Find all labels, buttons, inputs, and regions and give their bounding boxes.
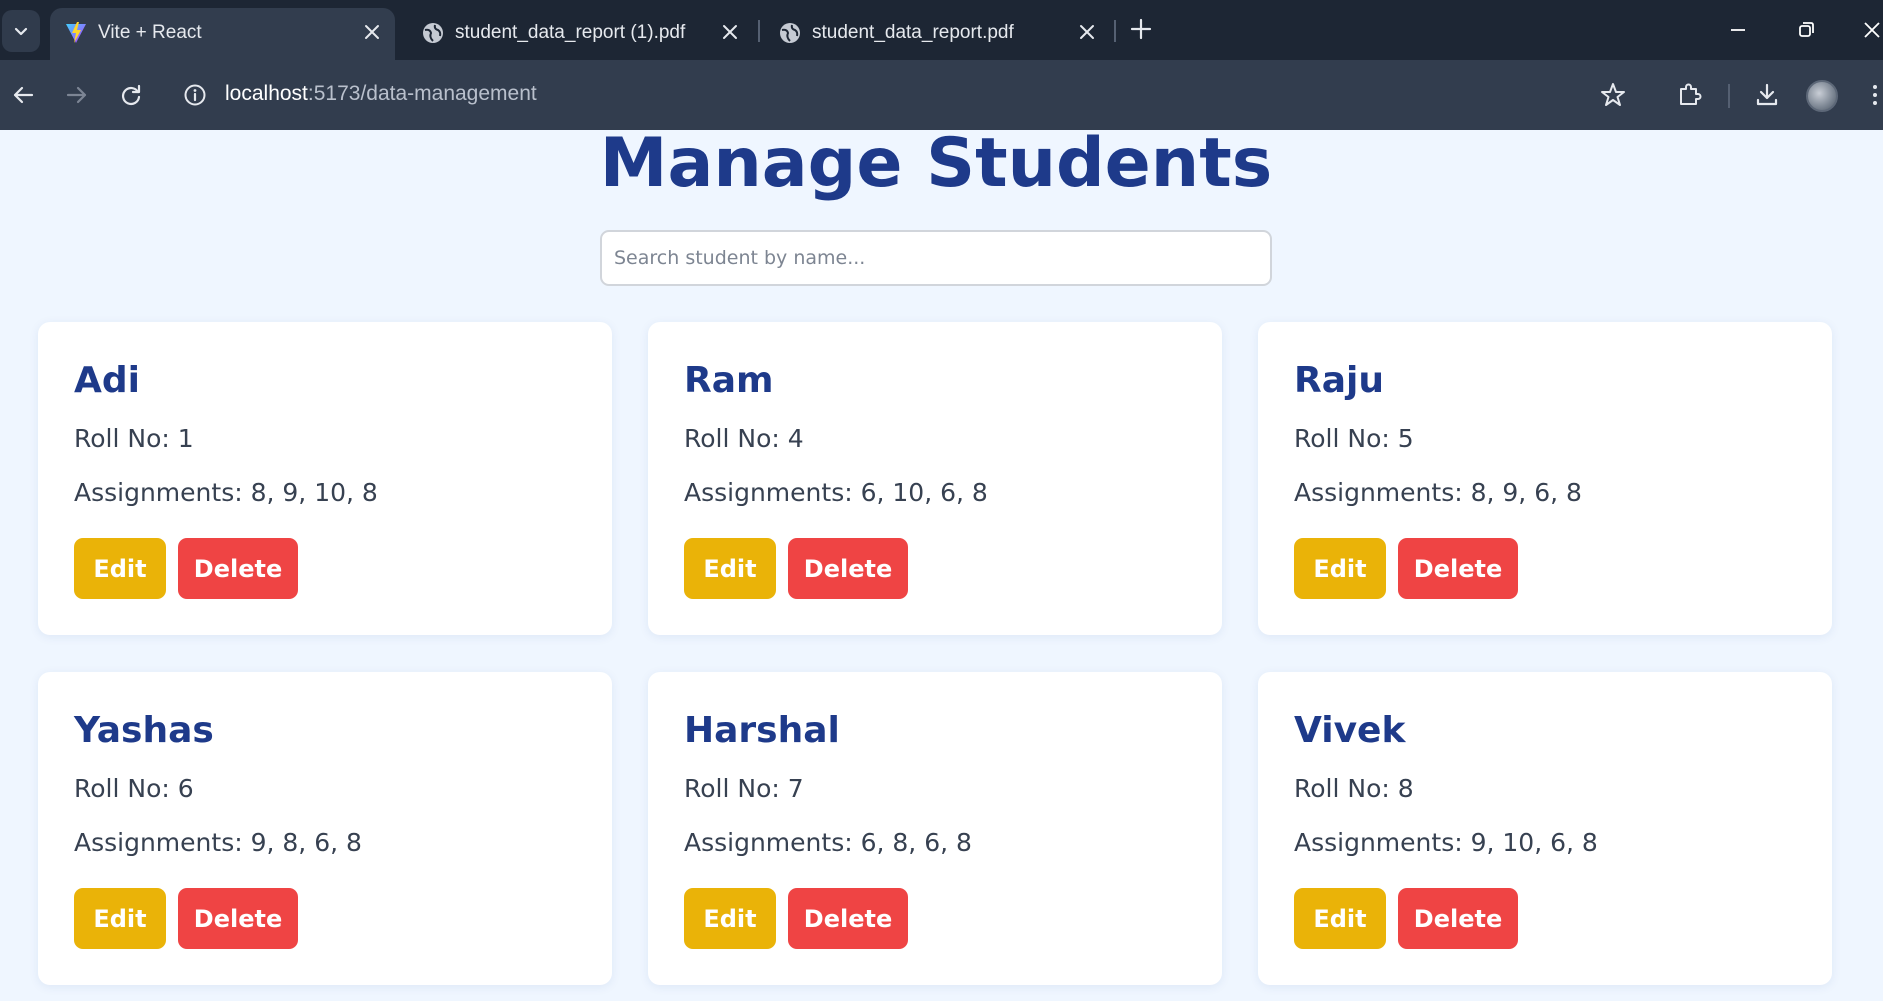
student-name: Vivek: [1294, 710, 1406, 751]
assignments-value: 6, 10, 6, 8: [860, 478, 988, 507]
window-close-icon[interactable]: [1858, 16, 1883, 44]
close-icon[interactable]: [1075, 20, 1099, 44]
tab-title: student_data_report.pdf: [812, 22, 1014, 43]
close-icon[interactable]: [360, 20, 384, 44]
download-icon[interactable]: [1752, 80, 1782, 110]
roll-number: Roll No: 8: [1294, 774, 1414, 803]
delete-button[interactable]: Delete: [178, 538, 298, 599]
site-info-icon[interactable]: [182, 82, 208, 108]
edit-button[interactable]: Edit: [1294, 538, 1386, 599]
assignments-value: 9, 8, 6, 8: [250, 828, 362, 857]
student-name: Ram: [684, 360, 774, 401]
edit-button[interactable]: Edit: [684, 888, 776, 949]
assignments-value: 6, 8, 6, 8: [860, 828, 972, 857]
assignments: Assignments: 9, 8, 6, 8: [74, 828, 362, 857]
assignments: Assignments: 9, 10, 6, 8: [1294, 828, 1598, 857]
restore-icon[interactable]: [1792, 16, 1820, 44]
roll-value: 6: [177, 774, 194, 803]
assignments-label: Assignments:: [74, 478, 251, 507]
roll-label: Roll No:: [684, 774, 788, 803]
roll-value: 5: [1397, 424, 1414, 453]
student-name: Raju: [1294, 360, 1384, 401]
student-name: Adi: [74, 360, 140, 401]
delete-button[interactable]: Delete: [788, 538, 908, 599]
url-path: :5173/data-management: [307, 82, 537, 105]
assignments-label: Assignments:: [74, 828, 251, 857]
roll-value: 8: [1397, 774, 1414, 803]
page-content: Manage Students Adi Roll No: 1 Assignmen…: [0, 124, 1883, 1001]
back-arrow-icon[interactable]: [8, 80, 38, 110]
roll-number: Roll No: 4: [684, 424, 804, 453]
toolbar-divider: [1728, 84, 1730, 108]
address-bar[interactable]: localhost:5173/data-management: [225, 82, 537, 106]
tab-separator: [758, 20, 760, 42]
plus-icon[interactable]: [1128, 16, 1154, 42]
assignments-value: 8, 9, 6, 8: [1470, 478, 1582, 507]
student-name: Harshal: [684, 710, 840, 751]
assignments-label: Assignments:: [1294, 478, 1471, 507]
student-card: Harshal Roll No: 7 Assignments: 6, 8, 6,…: [648, 672, 1222, 985]
roll-number: Roll No: 5: [1294, 424, 1414, 453]
forward-arrow-icon[interactable]: [62, 80, 92, 110]
roll-number: Roll No: 7: [684, 774, 804, 803]
globe-icon: [780, 23, 800, 43]
assignments-value: 8, 9, 10, 8: [250, 478, 378, 507]
roll-label: Roll No:: [74, 774, 178, 803]
student-card: Raju Roll No: 5 Assignments: 8, 9, 6, 8 …: [1258, 322, 1832, 635]
assignments-value: 9, 10, 6, 8: [1470, 828, 1598, 857]
star-icon[interactable]: [1598, 80, 1628, 110]
edit-button[interactable]: Edit: [684, 538, 776, 599]
delete-button[interactable]: Delete: [788, 888, 908, 949]
student-name: Yashas: [74, 710, 214, 751]
tab-vite-react[interactable]: Vite + React: [50, 8, 395, 60]
browser-tab-bar: Vite + React student_data_report (1).pdf…: [0, 0, 1883, 60]
search-input[interactable]: [600, 230, 1272, 286]
roll-label: Roll No:: [684, 424, 788, 453]
student-card: Ram Roll No: 4 Assignments: 6, 10, 6, 8 …: [648, 322, 1222, 635]
url-host: localhost: [225, 82, 308, 105]
more-menu-icon[interactable]: [1860, 80, 1883, 110]
roll-label: Roll No:: [74, 424, 178, 453]
roll-number: Roll No: 6: [74, 774, 194, 803]
assignments: Assignments: 6, 8, 6, 8: [684, 828, 972, 857]
assignments: Assignments: 8, 9, 6, 8: [1294, 478, 1582, 507]
student-card: Adi Roll No: 1 Assignments: 8, 9, 10, 8 …: [38, 322, 612, 635]
edit-button[interactable]: Edit: [74, 538, 166, 599]
student-card: Yashas Roll No: 6 Assignments: 9, 8, 6, …: [38, 672, 612, 985]
assignments-label: Assignments:: [684, 478, 861, 507]
delete-button[interactable]: Delete: [178, 888, 298, 949]
tab-student-report[interactable]: student_data_report.pdf: [764, 8, 1109, 60]
page-title: Manage Students: [599, 124, 1273, 203]
globe-icon: [423, 23, 443, 43]
student-card: Vivek Roll No: 8 Assignments: 9, 10, 6, …: [1258, 672, 1832, 985]
assignments: Assignments: 6, 10, 6, 8: [684, 478, 988, 507]
delete-button[interactable]: Delete: [1398, 538, 1518, 599]
tab-title: Vite + React: [98, 22, 202, 43]
tab-title: student_data_report (1).pdf: [455, 22, 686, 43]
roll-value: 4: [787, 424, 804, 453]
roll-value: 1: [177, 424, 194, 453]
browser-toolbar: localhost:5173/data-management: [0, 60, 1883, 130]
close-icon[interactable]: [718, 20, 742, 44]
assignments: Assignments: 8, 9, 10, 8: [74, 478, 378, 507]
roll-value: 7: [787, 774, 804, 803]
profile-avatar[interactable]: [1806, 80, 1838, 112]
roll-number: Roll No: 1: [74, 424, 194, 453]
extensions-icon[interactable]: [1674, 80, 1704, 110]
minimize-icon[interactable]: [1724, 16, 1752, 44]
vite-icon: [66, 22, 86, 43]
roll-label: Roll No:: [1294, 774, 1398, 803]
roll-label: Roll No:: [1294, 424, 1398, 453]
tab-student-report-1[interactable]: student_data_report (1).pdf: [407, 8, 752, 60]
delete-button[interactable]: Delete: [1398, 888, 1518, 949]
edit-button[interactable]: Edit: [74, 888, 166, 949]
reload-icon[interactable]: [116, 80, 146, 110]
edit-button[interactable]: Edit: [1294, 888, 1386, 949]
tab-separator: [1114, 20, 1116, 42]
tab-search-button[interactable]: [2, 10, 40, 52]
assignments-label: Assignments:: [684, 828, 861, 857]
assignments-label: Assignments:: [1294, 828, 1471, 857]
chevron-down-icon: [14, 27, 28, 36]
